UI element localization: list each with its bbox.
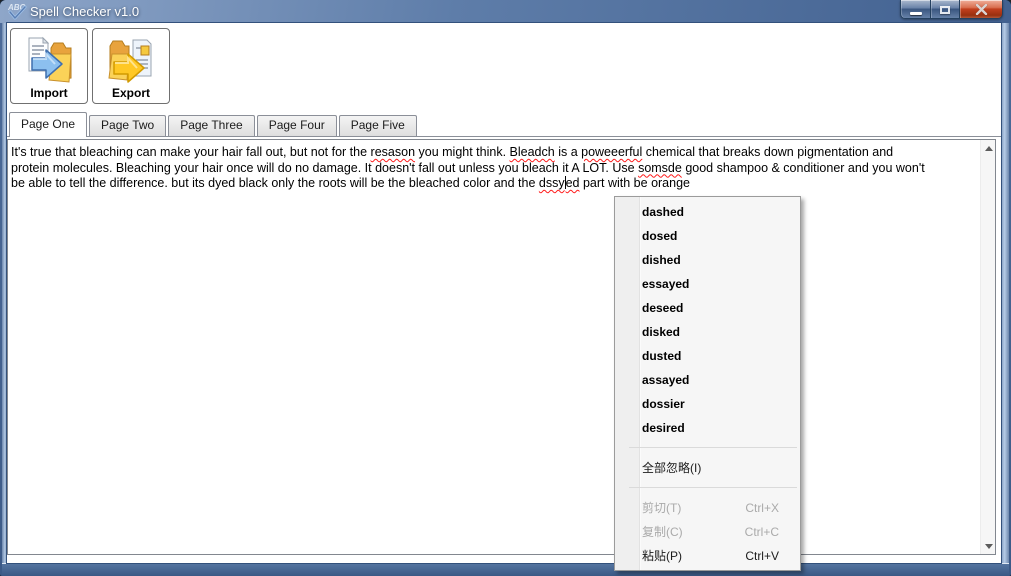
- maximize-button[interactable]: [931, 0, 959, 19]
- menu-item-shortcut: Ctrl+C: [745, 520, 779, 544]
- menu-item-shortcut: Ctrl+X: [745, 496, 779, 520]
- tab-page-one[interactable]: Page One: [9, 112, 87, 137]
- client-area: Import Export Page OnePage TwoPage Three…: [7, 23, 1001, 563]
- arrow-down-icon: [985, 544, 993, 549]
- text-segment: It's true that bleaching can make your h…: [11, 145, 371, 159]
- export-button[interactable]: Export: [92, 28, 170, 104]
- menu-item-label: 剪切(T): [642, 496, 681, 520]
- window-border-right: [1001, 23, 1009, 563]
- scroll-up-button[interactable]: [981, 140, 996, 156]
- suggestion-dashed[interactable]: dashed: [615, 200, 800, 224]
- tab-panel-border: [7, 136, 1001, 137]
- cut-item: 剪切(T) Ctrl+X: [615, 496, 800, 520]
- editor-text[interactable]: It's true that bleaching can make your h…: [8, 140, 979, 554]
- import-icon: [24, 36, 74, 84]
- suggestion-assayed[interactable]: assayed: [615, 368, 800, 392]
- misspelled-word: resason: [371, 145, 415, 159]
- tab-page-three[interactable]: Page Three: [168, 115, 255, 136]
- app-window: ABC Spell Checker v1.0: [0, 0, 1011, 576]
- suggestion-dished[interactable]: dished: [615, 248, 800, 272]
- text-segment: be able to tell the difference. but its …: [11, 176, 539, 190]
- window-title: Spell Checker v1.0: [30, 0, 139, 23]
- minimize-button[interactable]: [900, 0, 931, 19]
- text-segment: chemical that breaks down pigmentation a…: [642, 145, 893, 159]
- vertical-scrollbar[interactable]: [980, 140, 995, 554]
- menu-item-label: dusted: [642, 344, 681, 368]
- menu-item-label: essayed: [642, 272, 689, 296]
- text-line: be able to tell the difference. but its …: [11, 176, 979, 192]
- text-editor[interactable]: It's true that bleaching can make your h…: [7, 139, 996, 555]
- menu-item-label: 粘贴(P): [642, 544, 682, 568]
- menu-item-label: assayed: [642, 368, 689, 392]
- close-icon: [975, 4, 988, 15]
- misspelled-word: somsde: [638, 161, 682, 175]
- paste-item[interactable]: 粘贴(P) Ctrl+V: [615, 544, 800, 568]
- minimize-icon: [910, 12, 922, 15]
- text-segment: protein molecules. Bleaching your hair o…: [11, 161, 638, 175]
- scroll-down-button[interactable]: [981, 538, 996, 554]
- menu-item-label: dashed: [642, 200, 684, 224]
- spellcheck-app-icon: ABC: [7, 2, 27, 21]
- suggestion-disked[interactable]: disked: [615, 320, 800, 344]
- misspelled-word: ed: [566, 176, 580, 190]
- misspelled-word: Bleadch: [510, 145, 555, 159]
- menu-separator: [629, 487, 797, 488]
- text-segment: part with be orange: [580, 176, 691, 190]
- misspelled-word: poweeerful: [581, 145, 642, 159]
- suggestion-dosed[interactable]: dosed: [615, 224, 800, 248]
- menu-item-label: 复制(C): [642, 520, 683, 544]
- menu-item-label: dosed: [642, 224, 677, 248]
- close-button[interactable]: [959, 0, 1003, 19]
- text-segment: you might think.: [415, 145, 510, 159]
- titlebar[interactable]: ABC Spell Checker v1.0: [0, 0, 1011, 23]
- copy-item: 复制(C) Ctrl+C: [615, 520, 800, 544]
- tab-strip: Page OnePage TwoPage ThreePage FourPage …: [9, 112, 417, 136]
- menu-item-label: 全部忽略(I): [642, 456, 701, 480]
- menu-item-shortcut: Ctrl+V: [745, 544, 779, 568]
- export-icon: [106, 36, 156, 84]
- text-line: protein molecules. Bleaching your hair o…: [11, 161, 979, 177]
- spell-suggestions-context-menu: dasheddoseddishedessayeddeseeddiskeddust…: [614, 196, 801, 571]
- suggestion-dossier[interactable]: dossier: [615, 392, 800, 416]
- menu-separator: [629, 447, 797, 448]
- tab-page-five[interactable]: Page Five: [339, 115, 417, 136]
- maximize-icon: [940, 6, 950, 14]
- ignore-all-item[interactable]: 全部忽略(I): [615, 456, 800, 480]
- text-segment: is a: [555, 145, 581, 159]
- window-controls: [900, 0, 1003, 19]
- menu-item-label: dossier: [642, 392, 685, 416]
- suggestion-essayed[interactable]: essayed: [615, 272, 800, 296]
- tab-page-four[interactable]: Page Four: [257, 115, 337, 136]
- menu-item-label: dished: [642, 248, 681, 272]
- arrow-up-icon: [985, 146, 993, 151]
- text-line: It's true that bleaching can make your h…: [11, 145, 979, 161]
- menu-item-label: disked: [642, 320, 680, 344]
- export-button-label: Export: [112, 86, 150, 100]
- tab-page-two[interactable]: Page Two: [89, 115, 166, 136]
- window-border-bottom: [2, 563, 1009, 576]
- suggestion-desired[interactable]: desired: [615, 416, 800, 440]
- import-button-label: Import: [30, 86, 67, 100]
- menu-item-label: deseed: [642, 296, 683, 320]
- import-button[interactable]: Import: [10, 28, 88, 104]
- text-segment: good shampoo & conditioner and you won't: [682, 161, 925, 175]
- suggestion-dusted[interactable]: dusted: [615, 344, 800, 368]
- menu-item-label: desired: [642, 416, 685, 440]
- suggestion-deseed[interactable]: deseed: [615, 296, 800, 320]
- misspelled-word: dssy: [539, 176, 565, 190]
